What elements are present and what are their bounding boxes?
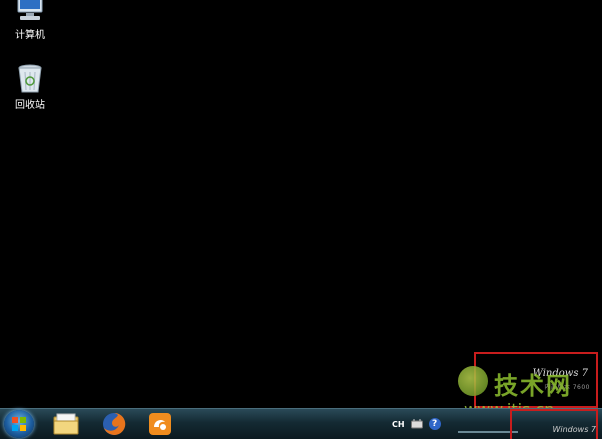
desktop-icon-computer[interactable]: 计算机 (0, 0, 60, 41)
start-button[interactable] (4, 410, 34, 438)
recycle-bin-icon (18, 64, 42, 93)
desktop-icon-recycle-bin[interactable]: 回收站 (0, 64, 60, 111)
computer-icon (17, 0, 43, 20)
keyboard-icon[interactable] (410, 419, 423, 429)
logo-text: 技术网 (494, 372, 572, 400)
language-indicator[interactable]: CH (392, 420, 405, 429)
logo-emblem-icon (458, 366, 488, 396)
taskbar-button-explorer[interactable] (46, 410, 86, 438)
taskbar-button-uc-browser[interactable] (140, 410, 180, 438)
tray-divider (458, 431, 518, 433)
windows-start-icon (12, 417, 26, 431)
tray-highlight-box (510, 409, 598, 439)
system-tray: CH ? (392, 415, 441, 433)
uc-browser-icon (149, 413, 171, 435)
help-icon[interactable]: ? (428, 418, 441, 430)
firefox-icon (103, 412, 126, 435)
tray-os-text: Windows 7 (552, 425, 596, 434)
desktop-icon-label: 回收站 (15, 100, 45, 111)
desktop-icon-label: 计算机 (15, 30, 45, 41)
desktop[interactable]: 计算机 回收站 Windows 7 内部版本 7600 技术网 www.itjs… (0, 0, 602, 439)
folder-library-icon (53, 413, 79, 435)
taskbar: CH ? Windows 7 (0, 408, 602, 439)
taskbar-button-firefox[interactable] (94, 410, 134, 438)
